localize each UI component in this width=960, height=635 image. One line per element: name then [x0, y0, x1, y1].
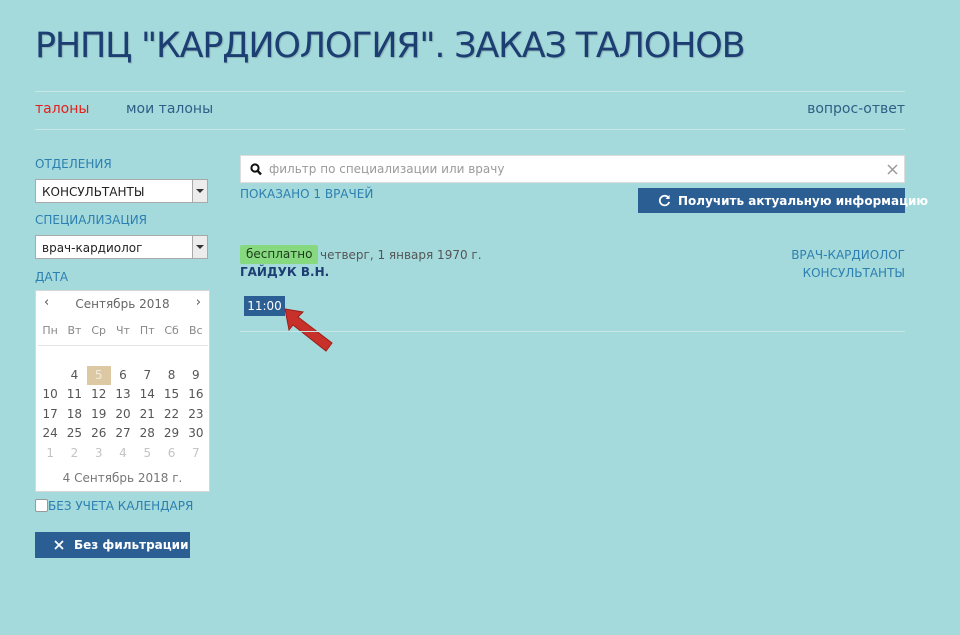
search-icon [250, 163, 262, 176]
department-select-value: КОНСУЛЬТАНТЫ [42, 185, 145, 199]
no-filter-button-label: Без фильтрации [74, 538, 189, 552]
ignore-calendar-label: БЕЗ УЧЕТА КАЛЕНДАРЯ [48, 499, 194, 513]
chevron-down-icon[interactable] [192, 236, 207, 258]
ignore-calendar-checkbox[interactable] [35, 499, 48, 512]
calendar-day[interactable]: 1 [38, 444, 62, 464]
calendar-day-empty [87, 346, 111, 366]
calendar-day[interactable]: 9 [184, 366, 208, 386]
chevron-down-icon[interactable] [192, 180, 207, 202]
department-label: ОТДЕЛЕНИЯ [35, 157, 112, 171]
calendar-day[interactable]: 2 [62, 444, 86, 464]
calendar-month-title: Сентябрь 2018 [75, 297, 170, 311]
calendar-day[interactable]: 21 [135, 405, 159, 425]
calendar-weekday: Вт [67, 324, 82, 337]
calendar-day[interactable]: 18 [62, 405, 86, 425]
calendar-weekday: Чт [116, 324, 130, 337]
calendar-day[interactable]: 5 [86, 365, 111, 386]
calendar-week-row [38, 346, 208, 366]
calendar-week-row: 456789 [38, 365, 208, 386]
calendar-week-row: 24 25 26 27 28 29 30 [38, 424, 208, 444]
calendar-day[interactable]: 11 [62, 385, 86, 405]
nav-tab-tickets[interactable]: талоны [35, 101, 89, 117]
calendar-day-empty [184, 346, 208, 366]
page-title: РНПЦ "КАРДИОЛОГИЯ". ЗАКАЗ ТАЛОНОВ [35, 26, 746, 66]
date-calendar: ‹ Сентябрь 2018 › Пн Вт Ср Чт Пт Сб Вс 4 5 6 7 8 9 10… [35, 290, 210, 492]
calendar-day[interactable]: 27 [111, 424, 135, 444]
calendar-day[interactable]: 5 [135, 444, 159, 464]
calendar-day[interactable]: 20 [111, 405, 135, 425]
specialization-select-value: врач-кардиолог [42, 241, 143, 255]
result-divider [240, 331, 905, 332]
search-input[interactable] [269, 161, 869, 177]
refresh-icon [658, 194, 671, 207]
calendar-header: ‹ Сентябрь 2018 › [36, 291, 209, 317]
calendar-day[interactable]: 3 [87, 444, 111, 464]
arrow-pointer-icon [284, 308, 333, 352]
calendar-week-row: 10 11 12 13 14 15 16 [38, 385, 208, 405]
refresh-button-label: Получить актуальную информацию [678, 194, 929, 208]
nav-tab-my-tickets[interactable]: мои талоны [126, 101, 213, 117]
doctor-name[interactable]: ГАЙДУК В.Н. [240, 265, 329, 279]
appointment-date: четверг, 1 января 1970 г. [320, 248, 482, 262]
calendar-weekday: Пт [139, 324, 155, 337]
calendar-day[interactable]: 19 [87, 405, 111, 425]
shown-count: ПОКАЗАНО 1 ВРАЧЕЙ [240, 187, 374, 201]
calendar-day[interactable]: 4 [111, 444, 135, 464]
calendar-day[interactable]: 7 [135, 366, 159, 386]
header-divider [35, 91, 905, 92]
calendar-day[interactable]: 8 [159, 366, 183, 386]
nav-link-faq[interactable]: вопрос-ответ [807, 101, 905, 117]
calendar-day[interactable]: 7 [184, 444, 208, 464]
refresh-button[interactable]: Получить актуальную информацию [638, 188, 928, 213]
calendar-week-row: 17 18 19 20 21 22 23 [38, 405, 208, 425]
calendar-weekday: Вс [189, 324, 203, 337]
calendar-day-empty [62, 346, 86, 366]
calendar-day-empty [38, 366, 62, 386]
calendar-day[interactable]: 16 [184, 385, 208, 405]
calendar-day[interactable]: 12 [87, 385, 111, 405]
price-badge: бесплатно [240, 245, 319, 264]
calendar-day[interactable]: 4 [62, 366, 86, 386]
close-icon[interactable] [887, 164, 898, 175]
nav-divider [35, 129, 905, 130]
calendar-day[interactable]: 10 [38, 385, 62, 405]
calendar-day[interactable]: 6 [111, 366, 135, 386]
calendar-day-empty [135, 346, 159, 366]
department-select[interactable]: КОНСУЛЬТАНТЫ [35, 179, 208, 203]
calendar-day[interactable]: 6 [159, 444, 183, 464]
close-icon [54, 540, 64, 550]
calendar-grid: Пн Вт Ср Чт Пт Сб Вс 4 5 6 7 8 9 10 11 12 13 14 15 16 17 18 19… [38, 321, 208, 464]
calendar-day[interactable]: 23 [184, 405, 208, 425]
calendar-day-empty [38, 346, 62, 366]
time-slot-button[interactable]: 11:00 [244, 296, 285, 316]
calendar-day[interactable]: 30 [184, 424, 208, 444]
calendar-day[interactable]: 13 [111, 385, 135, 405]
calendar-day[interactable]: 29 [159, 424, 183, 444]
calendar-day[interactable]: 26 [87, 424, 111, 444]
calendar-day[interactable]: 15 [159, 385, 183, 405]
calendar-day[interactable]: 14 [135, 385, 159, 405]
calendar-day[interactable]: 22 [159, 405, 183, 425]
calendar-day-empty [159, 346, 183, 366]
page-root: РНПЦ "КАРДИОЛОГИЯ". ЗАКАЗ ТАЛОНОВ талоны… [0, 0, 960, 635]
calendar-weekday-row: Пн Вт Ср Чт Пт Сб Вс [38, 321, 208, 346]
calendar-weekday: Пн [42, 324, 58, 337]
doctor-filter-search[interactable] [240, 155, 905, 183]
calendar-weekday: Сб [164, 324, 179, 337]
calendar-weekday: Ср [91, 324, 107, 337]
specialization-select[interactable]: врач-кардиолог [35, 235, 208, 259]
calendar-day[interactable]: 24 [38, 424, 62, 444]
calendar-next-button[interactable]: › [196, 295, 201, 310]
doctor-department: КОНСУЛЬТАНТЫ [802, 266, 905, 280]
calendar-day[interactable]: 28 [135, 424, 159, 444]
calendar-week-row: 1234567 [38, 444, 208, 464]
calendar-day-empty [111, 346, 135, 366]
calendar-day[interactable]: 17 [38, 405, 62, 425]
date-label: ДАТА [35, 270, 69, 284]
specialization-label: СПЕЦИАЛИЗАЦИЯ [35, 213, 148, 227]
calendar-footer: 4 Сентябрь 2018 г. [62, 471, 183, 485]
doctor-specialization: ВРАЧ-КАРДИОЛОГ [791, 248, 905, 262]
calendar-day[interactable]: 25 [62, 424, 86, 444]
no-filter-button[interactable]: Без фильтрации [35, 532, 190, 558]
